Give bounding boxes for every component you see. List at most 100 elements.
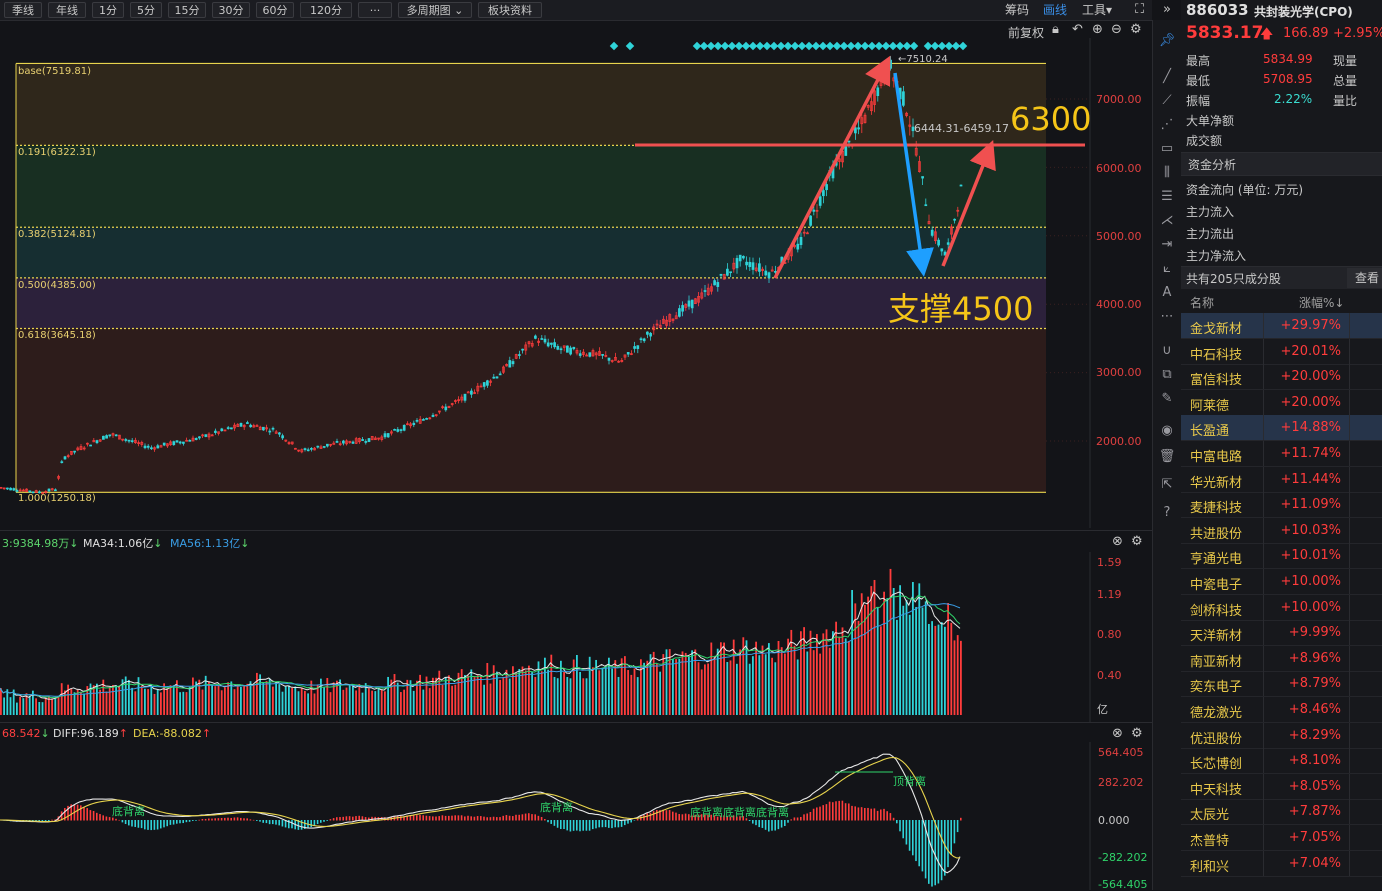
volume-bar — [428, 688, 431, 715]
macd-bar — [921, 820, 924, 872]
chart-settings-icon[interactable]: ⚙ — [1130, 22, 1142, 37]
pane-settings-icon[interactable]: ⚙ — [1131, 726, 1143, 741]
stock-row[interactable]: 奕东电子 +8.79% — [1181, 671, 1382, 698]
trash-icon[interactable]: 🗑︎ — [1157, 448, 1177, 466]
pen-icon[interactable]: ✎ — [1157, 390, 1177, 408]
help-icon[interactable]: ? — [1157, 504, 1177, 522]
period-60min-button[interactable]: 60分 — [256, 2, 294, 18]
column-pct-header[interactable]: 涨幅%↓ — [1299, 294, 1344, 311]
close-pane-icon[interactable]: ⊗ — [1112, 534, 1123, 549]
undo-icon[interactable]: ↶ — [1072, 22, 1083, 37]
volume-bar — [38, 701, 41, 715]
volume-bar — [352, 684, 354, 715]
candle-body — [508, 360, 512, 368]
volume-bar — [112, 685, 114, 715]
candle-body — [902, 91, 905, 106]
stock-row[interactable]: 天洋新材 +9.99% — [1181, 620, 1382, 647]
stock-row[interactable]: 麦捷科技 +11.09% — [1181, 492, 1382, 519]
stock-row[interactable]: 德龙激光 +8.46% — [1181, 697, 1382, 723]
pin-icon[interactable]: 📌︎ — [1157, 32, 1177, 50]
zoom-in-icon[interactable]: ⊕ — [1092, 22, 1103, 37]
stock-row[interactable]: 华光新材 +11.44% — [1181, 466, 1382, 493]
multi-period-dropdown[interactable]: 多周期图 ⌄ — [398, 2, 472, 18]
fullscreen-icon[interactable]: ⛶ — [1135, 2, 1144, 18]
volume-bar — [729, 660, 732, 715]
line-icon[interactable]: ╱ — [1157, 68, 1177, 86]
macd-bar — [108, 817, 111, 821]
candle-body — [124, 439, 128, 441]
stock-row[interactable]: 南亚新材 +8.96% — [1181, 645, 1382, 672]
stock-row[interactable]: 中石科技 +20.01% — [1181, 338, 1382, 365]
eye-icon[interactable]: ◉ — [1157, 422, 1177, 440]
stock-change-pct: +7.05% — [1288, 830, 1341, 845]
macd-bar — [672, 811, 674, 821]
view-constituents-button[interactable]: 查看 — [1347, 268, 1382, 288]
close-pane-icon[interactable]: ⊗ — [1112, 726, 1123, 741]
period-5min-button[interactable]: 5分 — [130, 2, 162, 18]
stock-row[interactable]: 利和兴 +7.04% — [1181, 850, 1382, 877]
macd-bar — [316, 820, 319, 825]
text-icon[interactable]: ⟀ — [1157, 260, 1177, 278]
stock-row[interactable]: 杰普特 +7.05% — [1181, 825, 1382, 851]
period-1min-button[interactable]: 1分 — [92, 2, 124, 18]
amplitude-label: 振幅 — [1186, 94, 1211, 108]
macd-bar — [192, 820, 194, 821]
parallel-icon[interactable]: ⫼ — [1157, 164, 1177, 182]
stock-row[interactable]: 太辰光 +7.87% — [1181, 799, 1382, 826]
copy-icon[interactable]: ⧉ — [1157, 366, 1177, 384]
column-name-header[interactable]: 名称 — [1190, 294, 1214, 311]
macd-chart[interactable] — [0, 742, 1152, 890]
volume-chart[interactable] — [0, 552, 1152, 722]
stock-row[interactable]: 优迅股份 +8.29% — [1181, 722, 1382, 749]
period-15min-button[interactable]: 15分 — [168, 2, 206, 18]
channel-icon[interactable]: ☰ — [1157, 188, 1177, 206]
text-tool-icon[interactable]: A — [1157, 284, 1177, 302]
fund-analysis-header[interactable]: 资金分析 — [1181, 152, 1382, 176]
stock-row[interactable]: 亨通光电 +10.01% — [1181, 543, 1382, 570]
stock-row[interactable]: 中富电路 +11.74% — [1181, 441, 1382, 467]
stock-row[interactable]: 金戈新材 +29.97% — [1181, 313, 1382, 339]
drawing-link[interactable]: 画线 — [1043, 2, 1067, 18]
rect-icon[interactable]: ▭ — [1157, 140, 1177, 158]
price-axis-label: 3000.00 — [1096, 366, 1142, 379]
volume-bar — [0, 688, 2, 715]
stock-row[interactable]: 长芯博创 +8.10% — [1181, 748, 1382, 775]
macd-bar — [233, 817, 236, 821]
period-30min-button[interactable]: 30分 — [212, 2, 250, 18]
export-icon[interactable]: ⇱ — [1157, 476, 1177, 494]
stock-row[interactable]: 阿莱德 +20.00% — [1181, 389, 1382, 416]
main-kline-chart[interactable] — [0, 38, 1152, 528]
magnet-icon[interactable]: ∪ — [1157, 342, 1177, 360]
more-icon[interactable]: ⋯ — [1157, 308, 1177, 326]
stock-row[interactable]: 长盈通 +14.88% — [1181, 415, 1382, 442]
fan-icon[interactable]: ⋌ — [1157, 212, 1177, 230]
tools-menu[interactable]: 工具▾ — [1082, 2, 1112, 18]
zoom-out-icon[interactable]: ⊖ — [1111, 22, 1122, 37]
lock-icon[interactable]: 🔒︎ — [1052, 22, 1059, 37]
volume-bar — [937, 624, 940, 715]
volume-bar — [787, 638, 789, 715]
period-year-button[interactable]: 年线 — [48, 2, 86, 18]
period-120min-button[interactable]: 120分 — [300, 2, 352, 18]
chips-link[interactable]: 筹码 — [1005, 2, 1029, 18]
volume-bar — [48, 695, 50, 715]
stock-row[interactable]: 富信科技 +20.00% — [1181, 364, 1382, 391]
collapse-panel-icon[interactable]: » — [1163, 2, 1171, 18]
stock-row[interactable]: 剑桥科技 +10.00% — [1181, 594, 1382, 621]
more-periods-button[interactable]: ··· — [358, 2, 392, 18]
volume-bar — [508, 678, 511, 715]
macd-bar — [825, 804, 828, 821]
volume-bar — [326, 677, 329, 715]
stock-row[interactable]: 共进股份 +10.03% — [1181, 517, 1382, 544]
measure-icon[interactable]: ⇥ — [1157, 236, 1177, 254]
macd-bar — [556, 820, 559, 828]
pane-settings-icon[interactable]: ⚙ — [1131, 534, 1143, 549]
stock-row[interactable]: 中瓷电子 +10.00% — [1181, 569, 1382, 595]
candle-body — [521, 348, 524, 351]
stock-row[interactable]: 中天科技 +8.05% — [1181, 773, 1382, 800]
sector-info-button[interactable]: 板块资料 — [478, 2, 542, 18]
ray-icon[interactable]: ⟋ — [1157, 92, 1177, 110]
period-quarter-button[interactable]: 季线 — [4, 2, 42, 18]
macd-bar — [208, 818, 210, 821]
segment-icon[interactable]: ⋰ — [1157, 116, 1177, 134]
